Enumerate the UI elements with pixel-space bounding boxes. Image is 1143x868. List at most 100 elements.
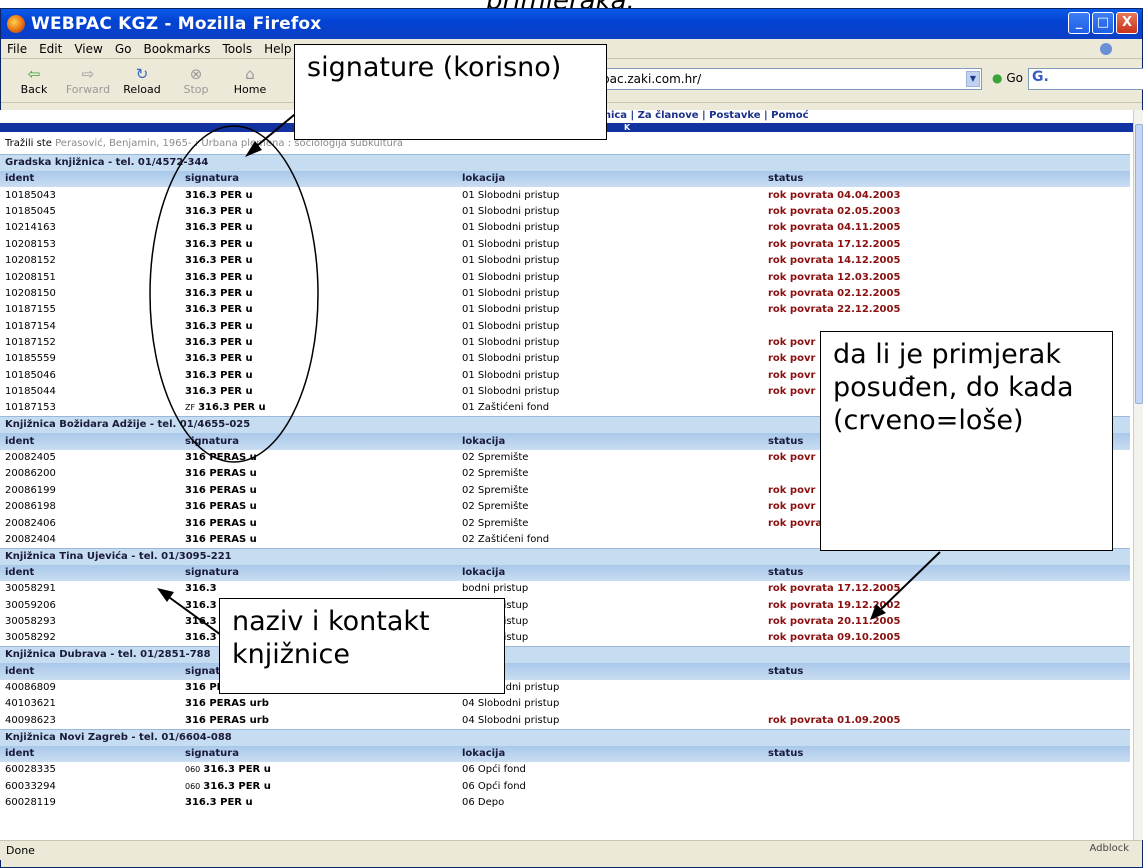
status-cell: rok povrata 17.12.2005 bbox=[768, 583, 901, 595]
ident-cell: 60028119 bbox=[5, 796, 56, 808]
signatura-value: 316 PERAS u bbox=[185, 468, 257, 480]
home-button[interactable]: ⌂ Home bbox=[223, 65, 277, 96]
lokacija-cell: 06 Opći fond bbox=[462, 764, 526, 776]
lokacija-cell: 04 Slobodni pristup bbox=[462, 698, 560, 710]
url-input[interactable]: bac.zaki.com.hr/ bbox=[597, 68, 982, 90]
menu-bookmarks[interactable]: Bookmarks bbox=[143, 42, 210, 56]
table-row[interactable]: 60028335 060 316.3 PER u 06 Opći fond bbox=[0, 762, 1130, 778]
library-name: Knjižnica Novi Zagreb - tel. 01/6604-088 bbox=[0, 728, 1130, 746]
lokacija-cell: 02 Spremište bbox=[462, 501, 529, 513]
firefox-icon bbox=[7, 15, 25, 33]
signatura-value: 316.3 bbox=[185, 599, 217, 611]
menu-help[interactable]: Help bbox=[264, 42, 291, 56]
status-cell: rok povrata 09.10.2005 bbox=[768, 632, 901, 644]
ident-cell: 10214163 bbox=[5, 222, 56, 234]
signatura-cell: 316 PERAS u bbox=[180, 499, 457, 515]
lokacija-cell: 02 Spremište bbox=[462, 468, 529, 480]
ident-cell: 20082404 bbox=[5, 533, 56, 545]
library-name: Knjižnica Dubrava - tel. 01/2851-788 bbox=[0, 646, 1130, 664]
forward-button[interactable]: ⇨ Forward bbox=[61, 65, 115, 96]
column-header-ident: ident bbox=[0, 171, 180, 188]
scrollbar-thumb[interactable] bbox=[1135, 124, 1143, 404]
table-row[interactable]: 40103621 316 PERAS urb 04 Slobodni pristup bbox=[0, 696, 1130, 712]
signatura-prefix: 060 bbox=[185, 781, 201, 791]
menu-file[interactable]: File bbox=[7, 42, 27, 56]
table-row[interactable]: 30058293316.3bodni pristuprok povrata 20… bbox=[0, 614, 1130, 630]
signatura-cell: 316.3 PER u bbox=[180, 204, 457, 220]
column-header-status: status bbox=[763, 663, 1130, 680]
column-header-status: status bbox=[763, 745, 1130, 762]
status-cell: rok povrata 20.11.2005 bbox=[768, 616, 901, 628]
signatura-cell: 316.3 PER u bbox=[180, 237, 457, 253]
signatura-cell: 316 PERAS u bbox=[180, 466, 457, 482]
column-header-ident: ident bbox=[0, 433, 180, 450]
table-row[interactable]: 10208151 316.3 PER u 01 Slobodni pristup ro… bbox=[0, 269, 1130, 285]
status-text: Done bbox=[6, 844, 35, 857]
ident-cell: 10187155 bbox=[5, 304, 56, 316]
table-row[interactable]: 30059206316.3bodni pristuprok povrata 19… bbox=[0, 598, 1130, 614]
status-cell bbox=[763, 795, 1130, 811]
status-cell bbox=[763, 778, 1130, 794]
column-header-signatura: signatura bbox=[180, 564, 457, 582]
column-header-ident: ident bbox=[0, 745, 180, 762]
vertical-scrollbar[interactable] bbox=[1133, 110, 1143, 840]
signatura-cell: 316 PERAS urb bbox=[180, 713, 457, 730]
table-row[interactable]: 60033294 060 316.3 PER u 06 Opći fond bbox=[0, 778, 1130, 794]
ident-cell: 10185045 bbox=[5, 205, 56, 217]
lokacija-cell: 01 Slobodni pristup bbox=[462, 189, 560, 201]
ident-cell: 40098623 bbox=[5, 714, 56, 726]
google-search-input[interactable]: G. bbox=[1028, 68, 1143, 90]
status-cell: rok povrata 19.12.2002 bbox=[768, 599, 901, 611]
column-header-row: identsignaturalokacijastatus bbox=[0, 663, 1130, 680]
table-row[interactable]: 30058291 316.3 bodni pristup rok povrata 17… bbox=[0, 581, 1130, 597]
column-header-lokacija: lokacija bbox=[457, 745, 763, 762]
table-row[interactable]: 10185045 316.3 PER u 01 Slobodni pristup ro… bbox=[0, 204, 1130, 220]
lokacija-cell: 06 Opći fond bbox=[462, 780, 526, 792]
signatura-cell: 060 316.3 PER u bbox=[180, 778, 457, 794]
table-row[interactable]: 10187155 316.3 PER u 01 Slobodni pristup ro… bbox=[0, 302, 1130, 318]
status-cell: rok povrata 02.05.2003 bbox=[768, 205, 901, 217]
menu-tools[interactable]: Tools bbox=[223, 42, 253, 56]
home-icon: ⌂ bbox=[245, 65, 255, 83]
table-row[interactable]: 40098623 316 PERAS urb 04 Slobodni pristup… bbox=[0, 713, 1130, 730]
back-button[interactable]: ⇦ Back bbox=[7, 65, 61, 96]
lokacija-cell: 01 Zaštićeni fond bbox=[462, 402, 550, 414]
library-header-row: Gradska knjižnica - tel. 01/4572-344 bbox=[0, 154, 1130, 171]
callout-status: da li je primjerak posuđen, do kada (crv… bbox=[820, 331, 1113, 551]
maximize-button[interactable]: □ bbox=[1092, 12, 1114, 34]
ident-cell: 10185043 bbox=[5, 189, 56, 201]
signatura-value: 316.3 PER u bbox=[185, 255, 253, 267]
ident-cell: 10187153 bbox=[5, 402, 56, 414]
signatura-value: 316.3 PER u bbox=[185, 386, 253, 398]
close-button[interactable]: X bbox=[1116, 12, 1138, 34]
ident-cell: 20082406 bbox=[5, 517, 56, 529]
table-row[interactable]: 60028119 316.3 PER u 06 Depo bbox=[0, 795, 1130, 811]
signatura-value: 316.3 PER u bbox=[185, 369, 253, 381]
table-row[interactable]: 10208150 316.3 PER u 01 Slobodni pristup ro… bbox=[0, 286, 1130, 302]
ident-cell: 10208152 bbox=[5, 255, 56, 267]
table-row[interactable]: 10185043 316.3 PER u 01 Slobodni pristup ro… bbox=[0, 187, 1130, 203]
forward-label: Forward bbox=[65, 83, 111, 96]
url-dropdown-icon[interactable]: ▼ bbox=[966, 71, 980, 87]
signatura-value: 316.3 bbox=[185, 632, 217, 644]
column-header-ident: ident bbox=[0, 663, 180, 680]
menu-go[interactable]: Go bbox=[115, 42, 132, 56]
status-cell: rok povrata 02.12.2005 bbox=[768, 287, 901, 299]
reload-button[interactable]: ↻ Reload bbox=[115, 65, 169, 96]
stop-button[interactable]: ⊗ Stop bbox=[169, 65, 223, 96]
adblock-label[interactable]: Adblock bbox=[1089, 843, 1129, 854]
lokacija-cell: 02 Spremište bbox=[462, 484, 529, 496]
reload-label: Reload bbox=[123, 83, 161, 96]
table-row[interactable]: 30058292316.3bodni pristuprok povrata 09… bbox=[0, 630, 1130, 647]
menu-view[interactable]: View bbox=[74, 42, 102, 56]
signatura-value: 316.3 PER u bbox=[203, 780, 271, 792]
table-row[interactable]: 40086809316 PERAS urb04 Slobodni pristup bbox=[0, 680, 1130, 696]
minimize-button[interactable]: _ bbox=[1068, 12, 1090, 34]
go-button[interactable]: ● Go bbox=[992, 71, 1023, 85]
table-row[interactable]: 10208153 316.3 PER u 01 Slobodni pristup ro… bbox=[0, 237, 1130, 253]
table-row[interactable]: 10214163 316.3 PER u 01 Slobodni pristup ro… bbox=[0, 220, 1130, 236]
table-row[interactable]: 10208152 316.3 PER u 01 Slobodni pristup ro… bbox=[0, 253, 1130, 269]
window-title: WEBPAC KGZ - Mozilla Firefox bbox=[31, 14, 322, 34]
menu-edit[interactable]: Edit bbox=[39, 42, 62, 56]
signatura-value: 316.3 PER u bbox=[185, 189, 253, 201]
